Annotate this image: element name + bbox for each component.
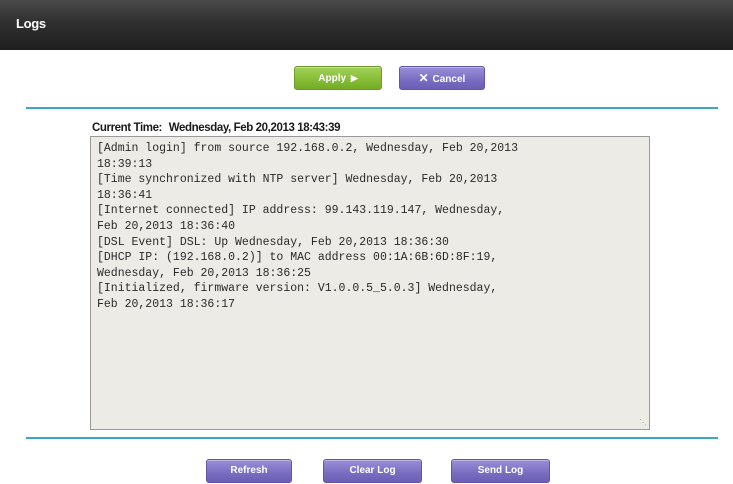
play-arrow-icon: ▶ bbox=[350, 73, 358, 83]
cancel-button-label: Cancel bbox=[432, 74, 466, 85]
page-title: Logs bbox=[16, 16, 46, 31]
send-log-button[interactable]: Send Log bbox=[451, 459, 550, 483]
resize-grip-icon[interactable]: ⋱ bbox=[639, 419, 647, 427]
refresh-button[interactable]: Refresh bbox=[206, 459, 292, 483]
refresh-button-label: Refresh bbox=[230, 465, 268, 476]
divider-bottom bbox=[26, 437, 718, 439]
clear-log-button[interactable]: Clear Log bbox=[323, 459, 422, 483]
log-textarea[interactable]: [Admin login] from source 192.168.0.2, W… bbox=[90, 136, 650, 430]
log-content: [Admin login] from source 192.168.0.2, W… bbox=[97, 142, 518, 311]
x-icon: ✕ bbox=[418, 71, 429, 85]
divider-top bbox=[26, 107, 718, 109]
send-log-button-label: Send Log bbox=[477, 465, 524, 476]
current-time-label: Current Time: bbox=[92, 122, 162, 134]
apply-button-label: Apply bbox=[318, 73, 347, 84]
title-bar: Logs bbox=[0, 0, 733, 50]
cancel-button[interactable]: ✕ Cancel bbox=[399, 66, 485, 90]
apply-button[interactable]: Apply ▶ bbox=[294, 66, 382, 90]
logs-window: Logs Apply ▶ ✕ Cancel Current Time: Wedn… bbox=[0, 0, 733, 484]
current-time: Current Time: Wednesday, Feb 20,2013 18:… bbox=[92, 122, 340, 134]
clear-log-button-label: Clear Log bbox=[349, 465, 396, 476]
current-time-value: Wednesday, Feb 20,2013 18:43:39 bbox=[168, 122, 341, 134]
